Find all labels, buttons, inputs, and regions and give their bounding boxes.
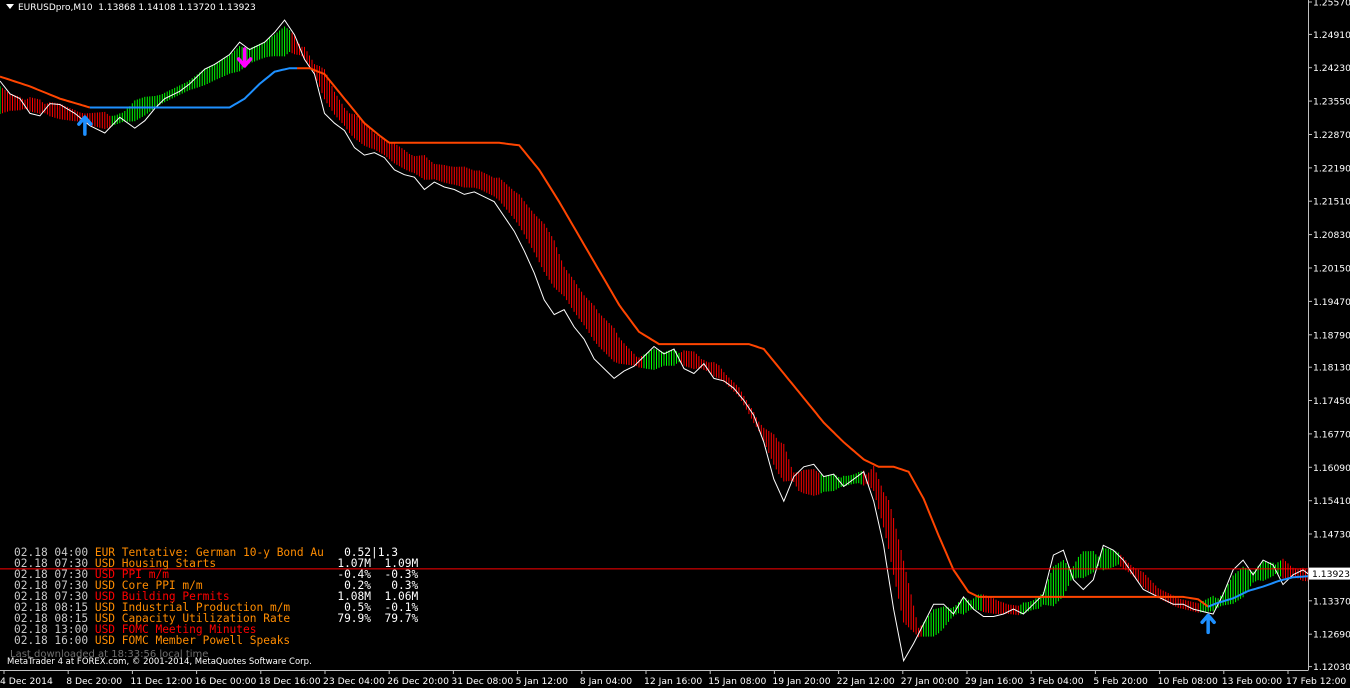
x-tick-label: 13 Feb 00:00 (1222, 676, 1282, 687)
x-tick-label: 8 Dec 20:00 (66, 676, 122, 687)
x-tick-label: 8 Jan 04:00 (580, 676, 632, 687)
platform-credit: MetaTrader 4 at FOREX.com, © 2001-2014, … (7, 657, 312, 667)
y-tick-label: 1.16090 (1313, 463, 1350, 474)
y-tick-label: 1.22870 (1313, 130, 1350, 141)
y-tick-label: 1.24910 (1313, 30, 1350, 41)
y-tick-label: 1.23550 (1313, 97, 1350, 108)
x-tick-label: 10 Feb 08:00 (1158, 676, 1218, 687)
y-tick-label: 1.15410 (1313, 496, 1350, 507)
y-tick-label: 1.24230 (1313, 63, 1350, 74)
news-currency: USD (94, 634, 122, 647)
x-tick-label: 16 Dec 00:00 (195, 676, 257, 687)
y-tick-label: 1.18130 (1313, 363, 1350, 374)
x-tick-label: 18 Dec 16:00 (259, 676, 321, 687)
news-event: FOMC Member Powell Speaks (121, 634, 338, 647)
x-tick-label: 17 Feb 12:00 (1286, 676, 1346, 687)
x-tick-label: 22 Jan 12:00 (837, 676, 895, 687)
x-tick-label: 27 Jan 00:00 (901, 676, 959, 687)
y-tick-label: 1.17450 (1313, 396, 1350, 407)
ohlc-values: 1.13868 1.14108 1.13720 1.13923 (98, 3, 256, 13)
symbol-label: EURUSDpro,M10 (18, 3, 93, 13)
news-actual (337, 634, 371, 647)
y-tick-label: 1.14730 (1313, 530, 1350, 541)
x-tick-label: 5 Feb 20:00 (1093, 676, 1148, 687)
x-tick-label: 31 Dec 08:00 (451, 676, 513, 687)
dropdown-triangle-icon[interactable] (6, 4, 14, 9)
x-tick-label: 15 Jan 08:00 (708, 676, 766, 687)
y-tick-label: 1.18790 (1313, 330, 1350, 341)
y-tick-label: 1.22190 (1313, 163, 1350, 174)
y-tick-label: 1.25570 (1313, 0, 1350, 9)
y-tick-label: 1.12690 (1313, 630, 1350, 641)
current-price-tag: 1.13923 (1309, 567, 1350, 580)
x-tick-label: 3 Feb 04:00 (1029, 676, 1084, 687)
x-tick-label: 29 Jan 16:00 (965, 676, 1023, 687)
y-tick-label: 1.12030 (1313, 662, 1350, 673)
y-tick-label: 1.20150 (1313, 264, 1350, 275)
x-tick-label: 26 Dec 20:00 (387, 676, 449, 687)
price-tag-label: 1.13923 (1312, 569, 1350, 580)
news-time: 02.18 16:00 (14, 634, 95, 647)
y-tick-label: 1.16770 (1313, 429, 1350, 440)
y-tick-label: 1.21510 (1313, 197, 1350, 208)
chart-header[interactable]: EURUSDpro,M10 1.13868 1.14108 1.13720 1.… (6, 3, 256, 13)
y-tick-label: 1.13370 (1313, 596, 1350, 607)
x-tick-label: 11 Dec 12:00 (130, 676, 192, 687)
news-panel: 02.18 04:00 EUR Tentative: German 10-y B… (14, 547, 418, 646)
x-tick-label: 19 Jan 20:00 (772, 676, 830, 687)
x-tick-label: 4 Dec 2014 (0, 676, 53, 687)
x-tick-label: 23 Dec 04:00 (323, 676, 385, 687)
news-separator (371, 634, 378, 647)
news-row: 02.18 16:00 USD FOMC Member Powell Speak… (14, 635, 418, 646)
x-tick-label: 5 Jan 12:00 (516, 676, 568, 687)
x-tick-label: 12 Jan 16:00 (644, 676, 702, 687)
y-tick-label: 1.19470 (1313, 297, 1350, 308)
y-tick-label: 1.20830 (1313, 230, 1350, 241)
news-forecast (378, 634, 418, 647)
